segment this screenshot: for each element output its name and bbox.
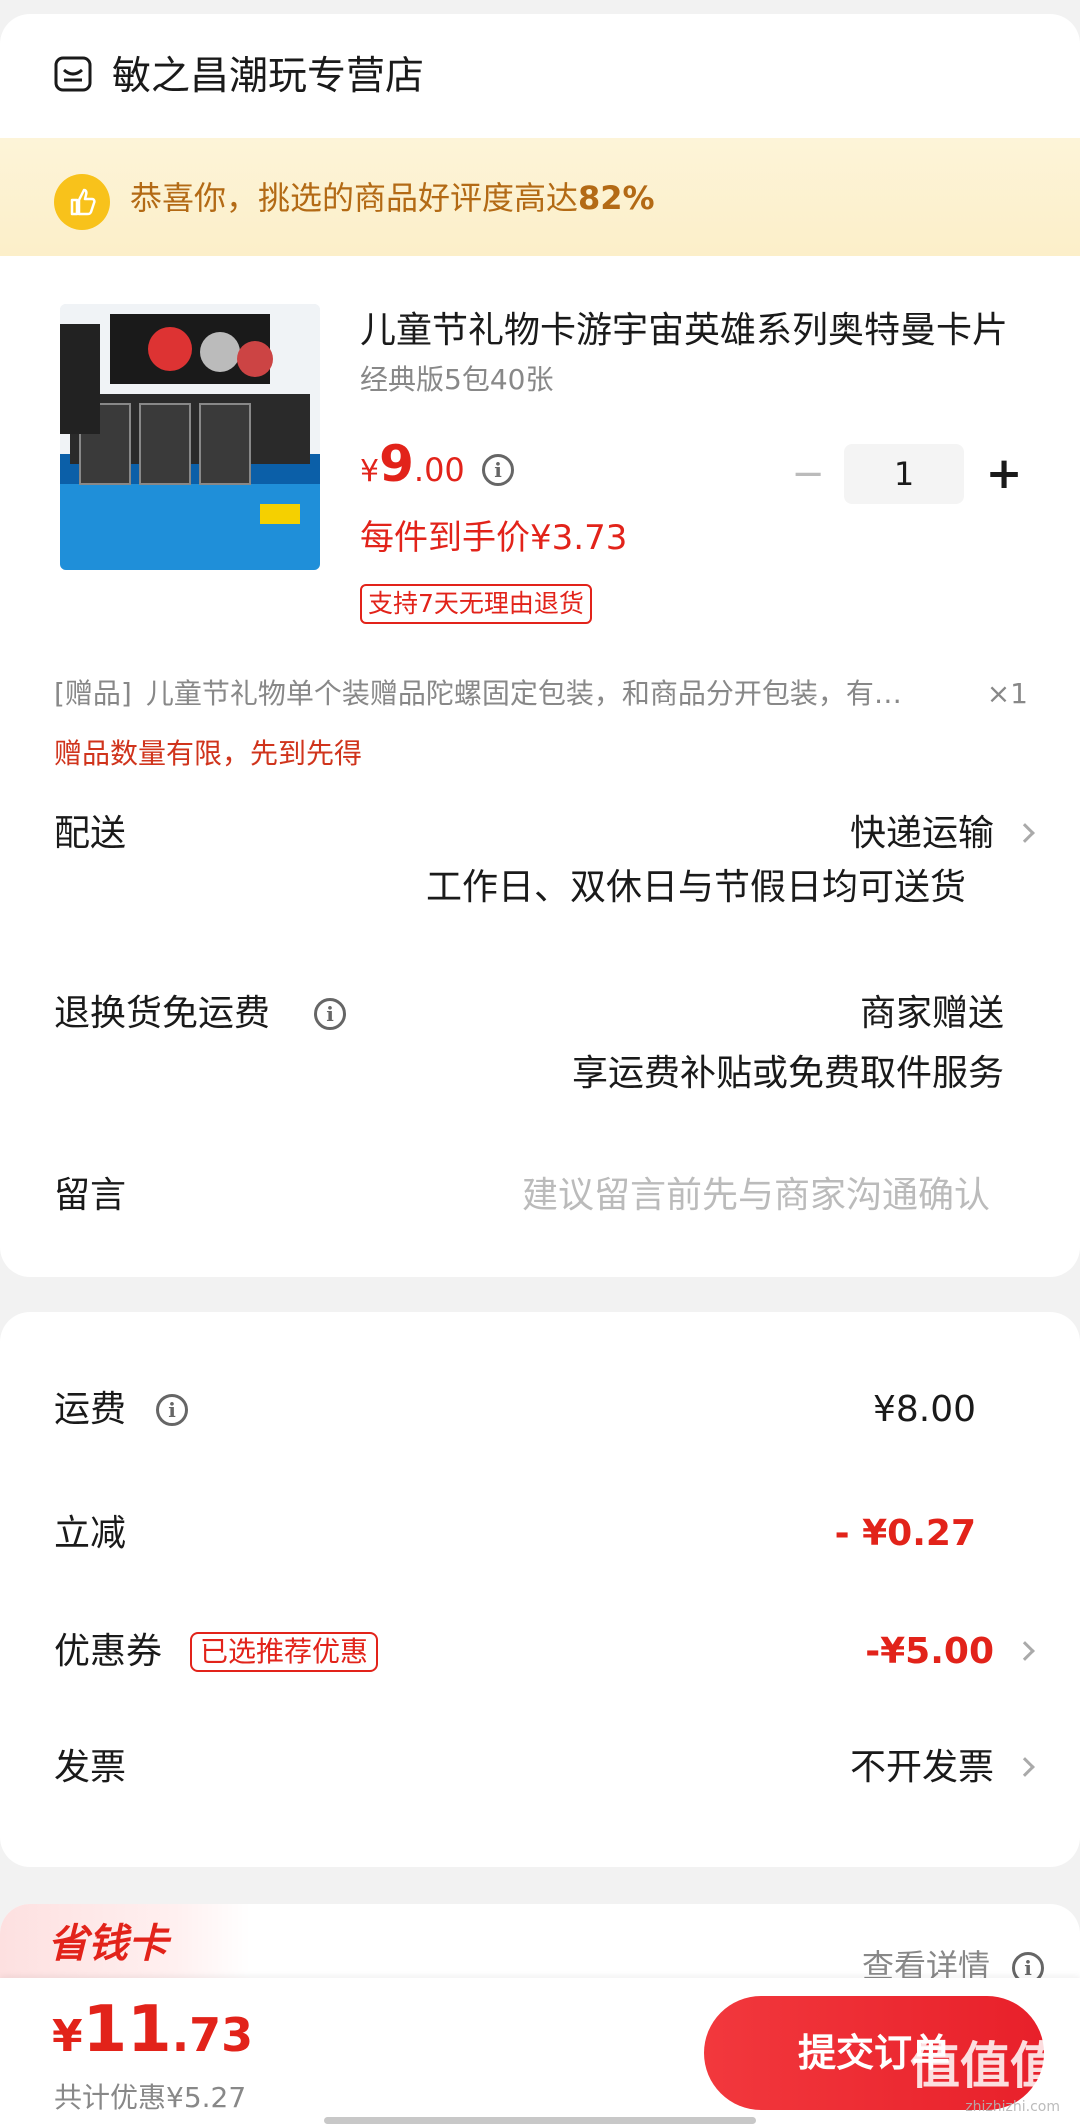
savings-card-title: 省钱卡 [48,1921,168,1967]
total-price: ¥11.73 [52,1993,254,2067]
gift-text: 儿童节礼物单个装赠品陀螺固定包装，和商品分开包装，有… [145,677,902,710]
discount-value: - ¥0.27 [834,1513,976,1554]
message-label: 留言 [54,1175,127,1216]
invoice-label: 发票 [54,1747,127,1788]
product-title[interactable]: 儿童节礼物卡游宇宙英雄系列奥特曼卡片 [360,306,1020,356]
quantity-minus-button[interactable]: − [790,454,826,494]
quantity-input[interactable]: 1 [844,444,964,504]
discount-label: 立减 [54,1513,127,1554]
thumbs-up-icon [54,174,110,230]
return-shipping-value: 商家赠送 [859,993,1004,1034]
info-icon[interactable]: i [156,1394,188,1426]
delivery-label: 配送 [54,813,127,854]
shipping-fee-value: ¥8.00 [872,1389,976,1430]
return-shipping-label: 退换货免运费 [54,993,271,1034]
product-spec[interactable]: 经典版5包40张 [360,360,553,400]
return-shipping-sub: 享运费补贴或免费取件服务 [571,1053,1004,1094]
home-indicator[interactable] [324,2117,756,2124]
unit-price: 每件到手价¥3.73 [360,518,628,558]
chevron-right-icon[interactable] [1015,1757,1035,1777]
store-name[interactable]: 敏之昌潮玩专营店 [112,52,424,102]
coupon-label: 优惠券 [54,1631,163,1672]
chevron-right-icon[interactable] [1015,823,1035,843]
banner-text: 恭喜你，挑选的商品好评度高达82% [130,179,655,217]
watermark-logo: 值值值 [910,2037,1060,2095]
delivery-schedule: 工作日、双休日与节假日均可送货 [425,867,966,908]
product-price: ¥9.00 [360,435,465,493]
order-card: 敏之昌潮玩专营店 恭喜你，挑选的商品好评度高达82% 儿童节礼物卡游宇宙英雄系列… [0,14,1080,1277]
coupon-tag: 已选推荐优惠 [190,1632,379,1672]
info-icon[interactable]: i [314,998,346,1030]
rating-banner: 恭喜你，挑选的商品好评度高达82% [0,138,1080,256]
product-image[interactable] [60,304,320,570]
fees-card: 运费 i ¥8.00 立减 - ¥0.27 优惠券 已选推荐优惠 -¥5.00 … [0,1312,1080,1867]
gift-row[interactable]: [赠品] 儿童节礼物单个装赠品陀螺固定包装，和商品分开包装，有… ×1 [54,674,1028,714]
shipping-fee-label: 运费 [54,1389,127,1430]
return-policy-tag: 支持7天无理由退货 [360,584,592,624]
checkout-bar: ¥11.73 共计优惠¥5.27 提交订单 值值值 zhizhizhi.com [0,1978,1080,2128]
invoice-value[interactable]: 不开发票 [850,1744,994,1792]
delivery-value[interactable]: 快递运输 [850,810,994,858]
store-icon [54,56,92,92]
coupon-value[interactable]: -¥5.00 [865,1628,994,1676]
quantity-plus-button[interactable]: + [984,450,1024,498]
chevron-right-icon[interactable] [1015,1641,1035,1661]
gift-limit-note: 赠品数量有限，先到先得 [54,737,363,770]
watermark-url: zhizhizhi.com [965,2099,1060,2115]
gift-quantity: ×1 [986,677,1028,710]
info-icon[interactable]: i [482,454,514,486]
message-input[interactable]: 建议留言前先与商家沟通确认 [522,1172,990,1220]
total-savings: 共计优惠¥5.27 [54,2081,247,2114]
gift-label: [赠品] [54,677,132,710]
